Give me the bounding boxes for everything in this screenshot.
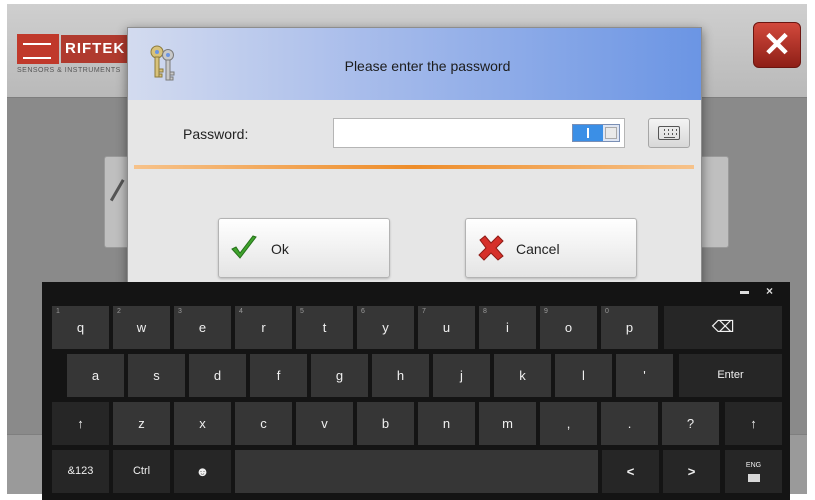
key-r[interactable]: 4r [235,306,292,349]
language-key[interactable]: ENG [725,450,782,493]
emoji-icon: ☻ [195,464,210,479]
background-card [699,156,729,248]
key-period[interactable]: . [601,402,658,445]
key-e[interactable]: 3e [174,306,231,349]
checkmark-icon [231,235,257,259]
toggle-on-indicator [573,125,603,141]
key-t[interactable]: 5t [296,306,353,349]
red-x-icon [478,235,504,261]
backspace-key[interactable]: ⌫ [664,306,782,349]
on-screen-keyboard: × 1q 2w 3e 4r 5t 6y 7u 8i 9o 0p ⌫ a s d … [42,282,790,500]
key-s[interactable]: s [128,354,185,397]
cancel-label: Cancel [516,241,560,257]
logo-tagline: SENSORS & INSTRUMENTS [17,67,121,74]
keyboard-icon [658,126,680,140]
key-z[interactable]: z [113,402,170,445]
key-c[interactable]: c [235,402,292,445]
shift-key-right[interactable]: ↑ [725,402,782,445]
close-icon[interactable]: ✕ [753,22,801,68]
keyboard-layout-icon [747,474,760,482]
emoji-key[interactable]: ☻ [174,450,231,493]
symbols-key[interactable]: &123 [52,450,109,493]
key-g[interactable]: g [311,354,368,397]
password-dialog: Please enter the password Password: Ok C… [127,27,702,293]
backspace-icon: ⌫ [711,319,735,336]
key-l[interactable]: l [555,354,612,397]
key-p[interactable]: 0p [601,306,658,349]
key-i[interactable]: 8i [479,306,536,349]
right-arrow-key[interactable]: > [663,450,720,493]
key-comma[interactable]: , [540,402,597,445]
key-f[interactable]: f [250,354,307,397]
space-key[interactable] [235,450,598,493]
enter-key[interactable]: Enter [679,354,782,397]
separator [134,165,694,169]
dialog-title: Please enter the password [344,58,511,74]
key-u[interactable]: 7u [418,306,475,349]
shift-key-left[interactable]: ↑ [52,402,109,445]
key-k[interactable]: k [494,354,551,397]
ok-label: Ok [271,241,289,257]
minimize-icon[interactable] [740,288,750,294]
key-y[interactable]: 6y [357,306,414,349]
key-v[interactable]: v [296,402,353,445]
show-keyboard-button[interactable] [648,118,690,148]
dialog-titlebar: Please enter the password [128,28,701,100]
input-toggle[interactable] [572,124,620,142]
logo-mark [17,34,59,64]
key-question[interactable]: ? [662,402,719,445]
shift-icon: ↑ [77,416,84,431]
key-b[interactable]: b [357,402,414,445]
key-a[interactable]: a [67,354,124,397]
cancel-button[interactable]: Cancel [465,218,637,278]
key-n[interactable]: n [418,402,475,445]
key-h[interactable]: h [372,354,429,397]
ctrl-key[interactable]: Ctrl [113,450,170,493]
key-apostrophe[interactable]: ' [616,354,673,397]
ok-button[interactable]: Ok [218,218,390,278]
key-j[interactable]: j [433,354,490,397]
password-label: Password: [183,126,249,142]
key-d[interactable]: d [189,354,246,397]
shift-icon: ↑ [750,416,757,431]
key-q[interactable]: 1q [52,306,109,349]
left-arrow-key[interactable]: < [602,450,659,493]
toggle-knob [605,127,617,139]
key-x[interactable]: x [174,402,231,445]
key-m[interactable]: m [479,402,536,445]
key-w[interactable]: 2w [113,306,170,349]
key-o[interactable]: 9o [540,306,597,349]
keyboard-close-button[interactable]: × [766,284,773,298]
